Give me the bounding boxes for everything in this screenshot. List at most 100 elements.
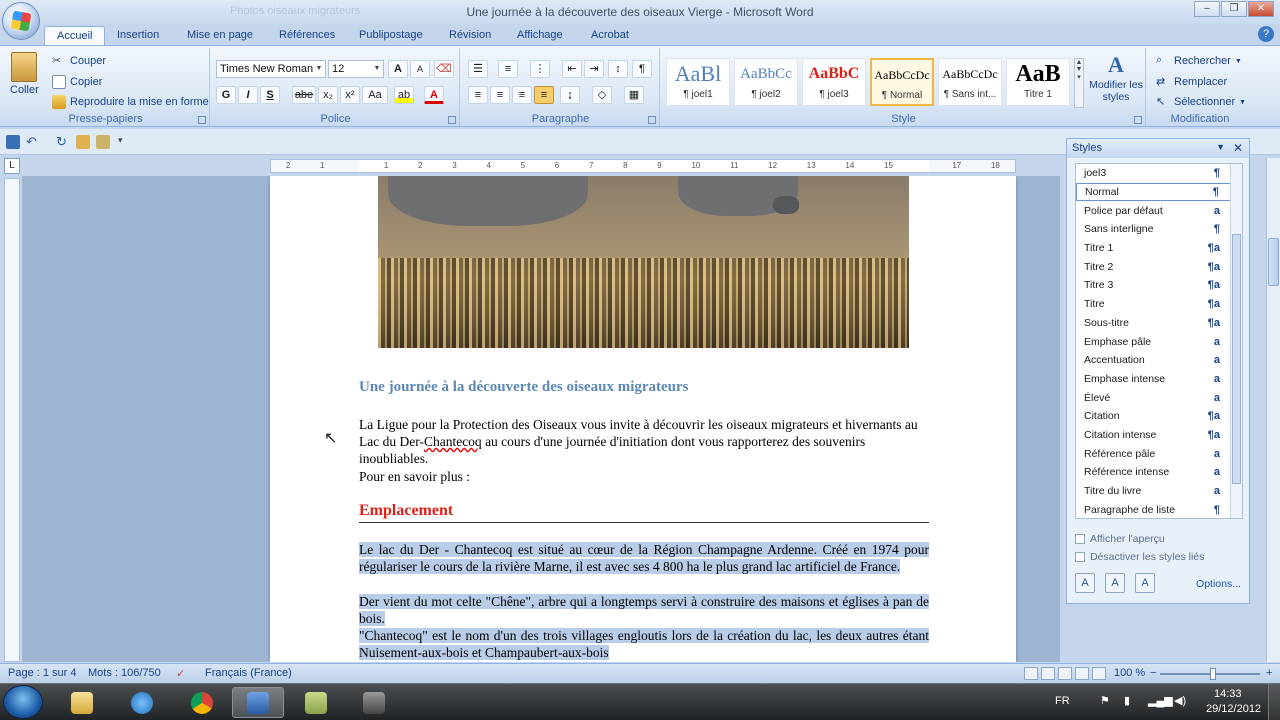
tab-revision[interactable]: Révision [449, 26, 491, 46]
sort-icon[interactable]: ↕ [608, 60, 628, 78]
taskbar-word[interactable] [232, 687, 284, 718]
style-list-item[interactable]: Référence intense a [1076, 463, 1242, 482]
clear-format-icon[interactable]: ⌫ [434, 60, 454, 78]
replace-button[interactable]: ⇄ Remplacer [1156, 75, 1227, 89]
zoom-level[interactable]: 100 % [1114, 667, 1145, 679]
close-button[interactable]: ✕ [1248, 1, 1274, 17]
cut-button[interactable]: ✂ Couper [52, 54, 106, 68]
font-launcher-icon[interactable] [448, 116, 456, 124]
style-list-item[interactable]: Titre du livre a [1076, 482, 1242, 501]
vertical-ruler[interactable] [4, 178, 20, 662]
show-marks-button[interactable]: ¶ [632, 60, 652, 78]
multilevel-list-icon[interactable]: ⋮ [530, 60, 550, 78]
clock-date[interactable]: 29/12/2012 [1206, 703, 1261, 715]
italic-button[interactable]: I [238, 86, 258, 104]
superscript-button[interactable]: x² [340, 86, 360, 104]
word-count[interactable]: Mots : 106/750 [88, 667, 161, 679]
proofing-icon[interactable]: ✓ [176, 667, 185, 680]
full-screen-icon[interactable] [1041, 667, 1055, 680]
justify-icon[interactable]: ≡ [534, 86, 554, 104]
change-styles-button[interactable]: A Modifier les styles [1088, 52, 1144, 103]
shading-icon[interactable]: ◇ [592, 86, 612, 104]
styles-list-scrollbar[interactable] [1230, 164, 1242, 518]
style-list-item[interactable]: Titre 3 ¶a [1076, 276, 1242, 295]
increase-indent-icon[interactable]: ⇥ [584, 60, 604, 78]
horizontal-ruler[interactable]: 2 1 1 2 3 4 5 6 7 8 9 10 11 12 13 14 15 17 18 [270, 159, 1016, 173]
style-list-item[interactable]: Police par défaut a [1076, 201, 1242, 220]
font-size-select[interactable]: 12 ▼ [328, 60, 384, 78]
manage-styles-icon[interactable]: A [1135, 573, 1155, 593]
style-list-item[interactable]: Normal ¶ [1076, 182, 1242, 202]
style-list-item[interactable]: Sous-titre ¶a [1076, 314, 1242, 333]
styles-launcher-icon[interactable] [1134, 116, 1142, 124]
document-page[interactable]: Une journée à la découverte des oiseaux … [270, 176, 1016, 662]
taskbar-ie[interactable] [116, 687, 168, 718]
tab-accueil[interactable]: Accueil [44, 26, 106, 46]
underline-button[interactable]: S [260, 86, 280, 104]
tab-acrobat[interactable]: Acrobat [591, 26, 629, 46]
outline-icon[interactable] [1075, 667, 1089, 680]
vertical-scrollbar[interactable] [1266, 158, 1280, 662]
gallery-scroll[interactable]: ▲ ▼ ▾ [1074, 58, 1084, 108]
new-style-icon[interactable]: A [1075, 573, 1095, 593]
draft-icon[interactable] [1092, 667, 1106, 680]
office-button[interactable] [2, 2, 40, 40]
volume-icon[interactable]: ◀) [1174, 694, 1186, 707]
bold-button[interactable]: G [216, 86, 236, 104]
borders-icon[interactable]: ▦ [624, 86, 644, 104]
tab-references[interactable]: Références [279, 26, 335, 46]
help-icon[interactable]: ? [1258, 26, 1274, 42]
bullets-icon[interactable]: ☰ [468, 60, 488, 78]
subscript-button[interactable]: x₂ [318, 86, 338, 104]
zoom-in-icon[interactable]: + [1266, 667, 1272, 679]
tab-affichage[interactable]: Affichage [517, 26, 563, 46]
style-list-item[interactable]: Élevé a [1076, 388, 1242, 407]
restore-button[interactable]: ❐ [1221, 1, 1247, 17]
style-list-item[interactable]: Titre ¶a [1076, 295, 1242, 314]
tab-mise-en-page[interactable]: Mise en page [187, 26, 253, 46]
start-button[interactable] [3, 685, 43, 719]
undo-icon[interactable]: ↶ [26, 135, 40, 149]
line-spacing-icon[interactable]: ↨ [560, 86, 580, 104]
style-list-item[interactable]: Emphase pâle a [1076, 332, 1242, 351]
save-icon[interactable] [6, 135, 20, 149]
tab-selector[interactable]: L [4, 158, 20, 174]
minimize-button[interactable]: – [1194, 1, 1220, 17]
align-center-icon[interactable]: ≡ [490, 86, 510, 104]
customize-qat-icon[interactable]: ▾ [118, 135, 132, 149]
strikethrough-button[interactable]: abe [292, 86, 316, 104]
style-list-item[interactable]: Sans interligne ¶ [1076, 220, 1242, 239]
style-inspector-icon[interactable]: A [1105, 573, 1125, 593]
style-card[interactable]: AaBbCcDc ¶ Sans int... [938, 58, 1002, 106]
print-preview-icon[interactable] [96, 135, 110, 149]
flag-icon[interactable]: ⚑ [1100, 694, 1110, 707]
decrease-indent-icon[interactable]: ⇤ [562, 60, 582, 78]
zoom-out-icon[interactable]: − [1150, 667, 1156, 679]
paste-button[interactable]: Coller [10, 52, 39, 96]
style-card[interactable]: AaB Titre 1 [1006, 58, 1070, 106]
tab-publipostage[interactable]: Publipostage [359, 26, 423, 46]
options-link[interactable]: Options... [1196, 578, 1241, 590]
style-list-item[interactable]: Paragraphe de liste ¶ [1076, 500, 1242, 518]
style-list-item[interactable]: Citation intense ¶a [1076, 426, 1242, 445]
style-list-item[interactable]: Titre 1 ¶a [1076, 239, 1242, 258]
taskbar-explorer[interactable] [56, 687, 108, 718]
style-list-item[interactable]: Emphase intense a [1076, 370, 1242, 389]
redo-icon[interactable]: ↻ [56, 135, 70, 149]
network-icon[interactable]: ▂▄▆ [1148, 694, 1173, 707]
style-card[interactable]: AaBbCcDc ¶ Normal [870, 58, 934, 106]
paragraph-launcher-icon[interactable] [648, 116, 656, 124]
font-color-button[interactable]: A [424, 86, 444, 104]
battery-icon[interactable]: ▮ [1124, 694, 1130, 707]
font-family-select[interactable]: Times New Roman ▼ [216, 60, 326, 78]
close-icon[interactable]: ✕ [1233, 141, 1243, 155]
spelling-icon[interactable] [76, 135, 90, 149]
style-card[interactable]: AaBbC ¶ joel3 [802, 58, 866, 106]
style-list-item[interactable]: Titre 2 ¶a [1076, 257, 1242, 276]
style-card[interactable]: AaBbCc ¶ joel2 [734, 58, 798, 106]
style-list-item[interactable]: Accentuation a [1076, 351, 1242, 370]
scrollbar-thumb[interactable] [1268, 238, 1279, 286]
document-area[interactable]: Une journée à la découverte des oiseaux … [22, 176, 1060, 662]
find-button[interactable]: ⌕ Rechercher ▼ [1156, 54, 1242, 68]
clock-time[interactable]: 14:33 [1214, 688, 1242, 700]
